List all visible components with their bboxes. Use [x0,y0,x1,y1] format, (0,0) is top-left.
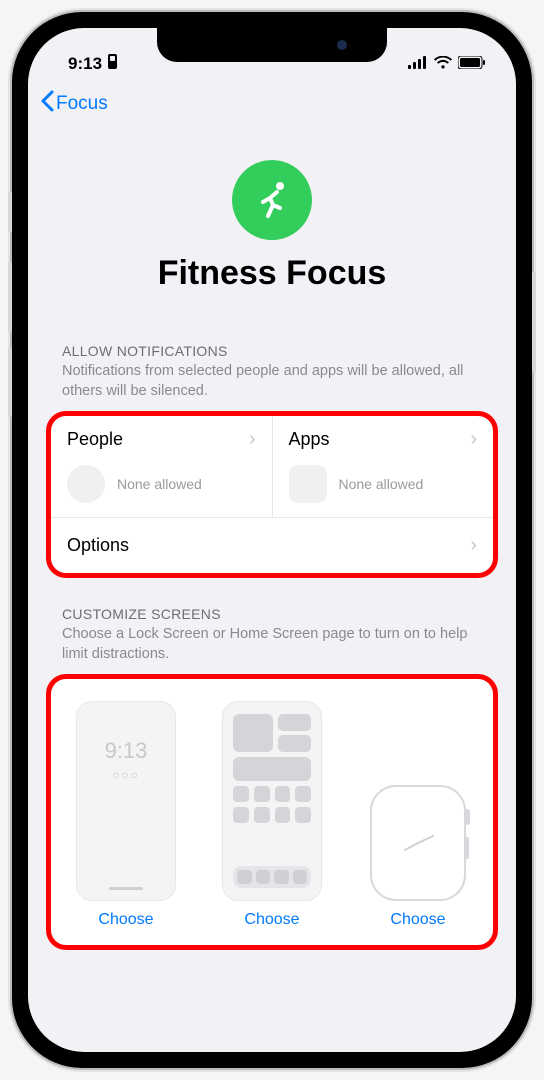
customize-screens-card: 9:13 ○○○ Choose [46,674,498,950]
choose-lock-button[interactable]: Choose [98,911,153,929]
lock-screen-thumb: 9:13 ○○○ [76,701,176,901]
running-icon [250,178,294,222]
lock-thumb-time: 9:13 [77,738,175,764]
allow-notifications-label: ALLOW NOTIFICATIONS [62,343,482,359]
choose-home-button[interactable]: Choose [244,911,299,929]
focus-indicator-icon [106,54,119,74]
apps-cell[interactable]: Apps › None allowed [273,416,494,517]
wifi-icon [434,54,452,74]
apps-status: None allowed [339,476,424,492]
power-button [532,272,536,372]
chevron-right-icon: › [470,428,477,451]
home-screen-option[interactable]: Choose [201,701,343,929]
watch-thumb [370,785,466,901]
page-title: Fitness Focus [28,254,516,293]
choose-watch-button[interactable]: Choose [390,911,445,929]
lock-thumb-dots: ○○○ [77,768,175,782]
people-cell[interactable]: People › None allowed [51,416,273,517]
chevron-left-icon [40,90,54,118]
watch-face-option[interactable]: Choose [347,701,489,929]
volume-up [8,262,12,332]
cellular-icon [408,54,428,74]
lock-thumb-home-indicator [109,887,143,890]
focus-hero-icon [232,160,312,240]
notch [157,28,387,62]
chevron-right-icon: › [470,534,477,557]
volume-down [8,347,12,417]
nav-bar: Focus [28,82,516,130]
mute-switch [8,192,12,232]
options-row[interactable]: Options › [51,517,493,573]
status-time: 9:13 [68,54,102,74]
phone-frame: 9:13 [12,12,532,1068]
allow-notifications-desc: Notifications from selected people and a… [62,362,482,401]
customize-screens-desc: Choose a Lock Screen or Home Screen page… [62,625,482,664]
allow-notifications-card: People › None allowed Apps › [46,411,498,578]
back-label: Focus [56,93,108,115]
back-button[interactable]: Focus [40,90,108,118]
people-status: None allowed [117,476,202,492]
battery-icon [458,54,486,74]
watch-hands-icon [393,818,443,868]
customize-screens-label: CUSTOMIZE SCREENS [62,606,482,622]
people-avatar-placeholder [67,465,105,503]
options-title: Options [67,535,129,556]
home-screen-thumb [222,701,322,901]
chevron-right-icon: › [249,428,256,451]
lock-screen-option[interactable]: 9:13 ○○○ Choose [55,701,197,929]
screen: 9:13 [28,28,516,1052]
people-title: People [67,429,123,450]
apps-title: Apps [289,429,330,450]
apps-icon-placeholder [289,465,327,503]
